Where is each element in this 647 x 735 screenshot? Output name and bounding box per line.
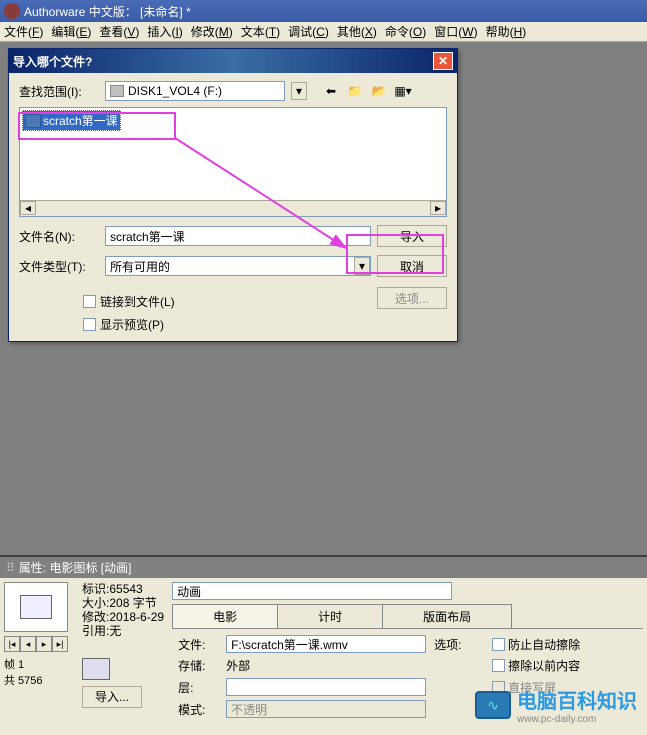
- filename-label: 文件名(N):: [19, 228, 99, 245]
- prev-frame-button[interactable]: ◂: [20, 636, 36, 652]
- panel-title: 属性: 电影图标 [动画]: [19, 559, 132, 576]
- opt-prevent-erase-checkbox[interactable]: [492, 638, 505, 651]
- preview-checkbox-label: 显示预览(P): [100, 316, 164, 333]
- file-label: 文件:: [178, 636, 218, 653]
- id-value: 65543: [109, 582, 142, 596]
- menu-edit[interactable]: 编辑(E): [47, 21, 95, 42]
- view-menu-icon[interactable]: ▦▾: [393, 81, 413, 101]
- tab-timing[interactable]: 计时: [277, 604, 383, 628]
- menubar: 文件(F) 编辑(E) 查看(V) 插入(I) 修改(M) 文本(T) 调试(C…: [0, 22, 647, 42]
- size-value: 208 字节: [109, 596, 156, 610]
- panel-grip-icon[interactable]: ⠿: [6, 561, 15, 575]
- up-folder-icon[interactable]: 📁: [345, 81, 365, 101]
- panel-header[interactable]: ⠿ 属性: 电影图标 [动画]: [0, 557, 647, 578]
- tab-layout[interactable]: 版面布局: [382, 604, 512, 628]
- app-icon: [4, 3, 20, 19]
- app-title: Authorware 中文版： [未命名] *: [24, 3, 191, 20]
- watermark-badge-icon: ∿: [475, 691, 511, 719]
- options-button[interactable]: 选项...: [377, 287, 447, 309]
- lookin-dropdown[interactable]: DISK1_VOL4 (F:): [105, 81, 285, 101]
- filetype-label: 文件类型(T):: [19, 258, 99, 275]
- menu-window[interactable]: 窗口(W): [430, 21, 481, 42]
- next-frame-button[interactable]: ▸: [36, 636, 52, 652]
- storage-value: 外部: [226, 657, 426, 674]
- icon-type-indicator: [82, 658, 110, 680]
- frame-total: 共 5756: [4, 672, 74, 688]
- tab-movie[interactable]: 电影: [172, 604, 278, 628]
- import-dialog: 导入哪个文件? ✕ 查找范围(I): DISK1_VOL4 (F:) ▾ ⬅ 📁…: [8, 48, 458, 342]
- layer-label: 层:: [178, 679, 218, 696]
- preview-checkbox[interactable]: [83, 318, 96, 331]
- horizontal-scrollbar[interactable]: ◂ ▸: [20, 200, 446, 216]
- first-frame-button[interactable]: |◂: [4, 636, 20, 652]
- lookin-label: 查找范围(I):: [19, 83, 99, 100]
- menu-text[interactable]: 文本(T): [237, 21, 284, 42]
- dialog-titlebar[interactable]: 导入哪个文件? ✕: [9, 49, 457, 73]
- preview-thumbnail: [4, 582, 68, 632]
- link-checkbox-label: 链接到文件(L): [100, 293, 175, 310]
- opt-erase-prev-checkbox[interactable]: [492, 659, 505, 672]
- storage-label: 存储:: [178, 657, 218, 674]
- new-folder-icon[interactable]: 📂: [369, 81, 389, 101]
- frame-indicator: 帧 1: [4, 656, 74, 672]
- chevron-down-icon[interactable]: ▾: [291, 82, 307, 100]
- mode-label: 模式:: [178, 701, 218, 718]
- dialog-title: 导入哪个文件?: [13, 53, 92, 70]
- menu-modify[interactable]: 修改(M): [187, 21, 237, 42]
- menu-debug[interactable]: 调试(C): [284, 21, 333, 42]
- layer-input[interactable]: [226, 678, 426, 696]
- filename-input[interactable]: [105, 226, 371, 246]
- link-checkbox[interactable]: [83, 295, 96, 308]
- annotation-highlight-file: [18, 112, 176, 140]
- menu-file[interactable]: 文件(F): [0, 21, 47, 42]
- scroll-left-icon[interactable]: ◂: [20, 201, 36, 215]
- modified-value: 2018-6-29: [109, 610, 164, 624]
- menu-insert[interactable]: 插入(I): [143, 21, 186, 42]
- options-label: 选项:: [434, 636, 484, 653]
- back-icon[interactable]: ⬅: [321, 81, 341, 101]
- scroll-right-icon[interactable]: ▸: [430, 201, 446, 215]
- file-path-input[interactable]: [226, 635, 426, 653]
- annotation-highlight-import: [346, 234, 444, 274]
- watermark-brand: 电脑百科知识: [517, 685, 637, 714]
- watermark: ∿ 电脑百科知识 www.pc-daily.com: [475, 685, 637, 725]
- app-titlebar: Authorware 中文版： [未命名] *: [0, 0, 647, 22]
- drive-icon: [110, 85, 124, 97]
- menu-help[interactable]: 帮助(H): [482, 21, 531, 42]
- ref-value: 无: [109, 624, 121, 638]
- menu-command[interactable]: 命令(O): [381, 21, 430, 42]
- last-frame-button[interactable]: ▸|: [52, 636, 68, 652]
- watermark-url: www.pc-daily.com: [517, 714, 637, 725]
- filetype-dropdown[interactable]: 所有可用的 ▾: [105, 256, 371, 276]
- menu-view[interactable]: 查看(V): [95, 21, 143, 42]
- mode-dropdown: 不透明: [226, 700, 426, 718]
- close-icon[interactable]: ✕: [433, 52, 453, 70]
- panel-import-button[interactable]: 导入...: [82, 686, 142, 708]
- icon-title-input[interactable]: [172, 582, 452, 600]
- menu-other[interactable]: 其他(X): [333, 21, 381, 42]
